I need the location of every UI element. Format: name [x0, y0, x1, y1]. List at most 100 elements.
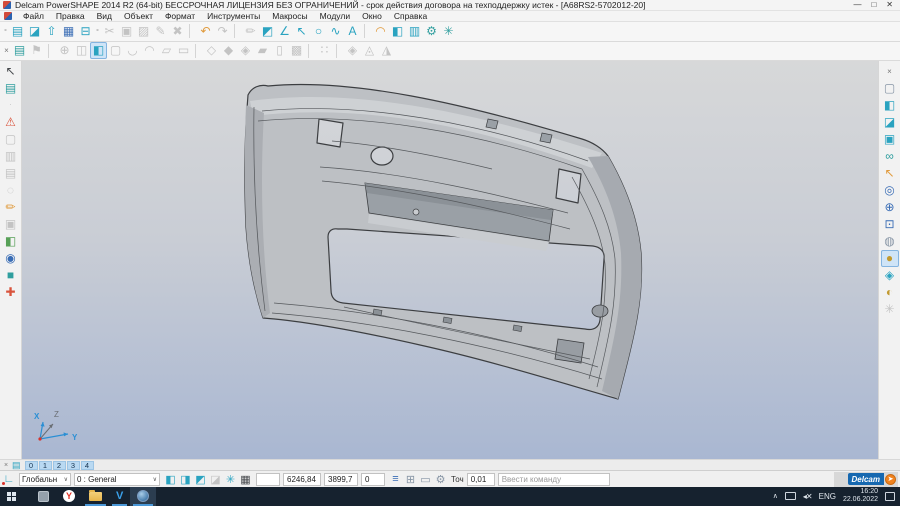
flag-icon[interactable]: ⚑	[28, 42, 45, 59]
redo-icon[interactable]: ↷	[214, 23, 231, 40]
select-add-icon[interactable]: ⊕	[56, 42, 73, 59]
maximize-button[interactable]: □	[871, 1, 876, 9]
select-edge-icon[interactable]: ▰	[254, 42, 271, 59]
level-tab[interactable]: 3	[67, 461, 80, 470]
select-curve-icon[interactable]: ◠	[141, 42, 158, 59]
level-tab[interactable]: 1	[39, 461, 52, 470]
coord-x-field[interactable]: 6246,84	[283, 473, 321, 486]
solid-cube-icon[interactable]: ■	[2, 267, 20, 284]
blocks-icon[interactable]: ▤	[2, 165, 20, 182]
wireframe-view-icon[interactable]: ▢	[881, 80, 899, 97]
sphere-icon[interactable]: ◌	[2, 182, 20, 199]
language-indicator[interactable]: ENG	[819, 492, 836, 501]
levels-icon[interactable]: ▤	[12, 460, 21, 471]
object-browser-icon[interactable]: ▤	[2, 80, 20, 97]
workplane-icon[interactable]: ◩	[259, 23, 276, 40]
repair-icon[interactable]: ✚	[2, 284, 20, 301]
select-workplane-icon[interactable]: ◫	[73, 42, 90, 59]
wizard-icon[interactable]: ✳	[440, 23, 457, 40]
delete-icon[interactable]: ✖	[169, 23, 186, 40]
item-list-icon[interactable]: ≡	[388, 472, 403, 487]
close-button[interactable]: ✕	[886, 1, 893, 9]
paint-icon[interactable]: ✏	[2, 199, 20, 216]
menu-item[interactable]: Модули	[314, 11, 356, 21]
close-toolbar-icon[interactable]: ×	[2, 42, 11, 59]
level-tab[interactable]: 4	[81, 461, 94, 470]
zoom-box-icon[interactable]: ⊡	[881, 216, 899, 233]
menu-item[interactable]: Окно	[356, 11, 388, 21]
taskbar-app-yandex[interactable]: Y	[56, 487, 82, 506]
taskbar-app-powershape[interactable]	[130, 487, 156, 506]
menu-item[interactable]: Инструменты	[201, 11, 266, 21]
cursor-view-icon[interactable]: ↖	[881, 165, 899, 182]
tolerance-robot-icon[interactable]: ⚙	[433, 472, 448, 487]
select-region-icon[interactable]: ▩	[288, 42, 305, 59]
save-icon[interactable]: ▦	[60, 23, 77, 40]
calculator-icon[interactable]: ⊞	[403, 472, 418, 487]
select-wireframe-icon[interactable]: ▢	[107, 42, 124, 59]
select-surface-icon[interactable]: ◧	[90, 42, 107, 59]
menu-item[interactable]: Правка	[50, 11, 91, 21]
tray-chevron-icon[interactable]: ∧	[773, 492, 778, 500]
select-shell-icon[interactable]: ◆	[220, 42, 237, 59]
close-levels-icon[interactable]: ×	[2, 462, 10, 469]
menu-item[interactable]: Файл	[17, 11, 50, 21]
workplane-status-icon[interactable]: ∟	[2, 473, 16, 485]
select-multi-icon[interactable]: ∷	[316, 42, 333, 59]
menu-item[interactable]: Справка	[388, 11, 433, 21]
select-cubes-icon[interactable]: ◬	[361, 42, 378, 59]
close-view-toolbar-icon[interactable]: ×	[881, 63, 899, 80]
shading-options-icon[interactable]: ◐	[881, 284, 899, 301]
level-on-icon[interactable]: ◧	[163, 472, 178, 487]
units-icon[interactable]: ▭	[418, 472, 433, 487]
menu-item[interactable]: Макросы	[266, 11, 313, 21]
import-icon[interactable]: ⇧	[43, 23, 60, 40]
select-mesh-icon[interactable]: ◇	[203, 42, 220, 59]
shaded-view-icon[interactable]: ◪	[881, 114, 899, 131]
select-dashed-icon[interactable]: ▱	[158, 42, 175, 59]
menu-item[interactable]: Объект	[118, 11, 159, 21]
level-combo[interactable]: 0 : General∨	[74, 473, 160, 486]
minimize-button[interactable]: —	[853, 1, 861, 9]
zoom-help-icon[interactable]: ◎	[881, 182, 899, 199]
smart-cursor-icon[interactable]: ✳	[223, 472, 238, 487]
undo-icon[interactable]: ↶	[197, 23, 214, 40]
taskbar-app-generic[interactable]	[31, 487, 56, 506]
start-button[interactable]	[0, 487, 23, 506]
speaker-muted-icon[interactable]: ◂✕	[803, 492, 812, 501]
select-face-icon[interactable]: ◈	[237, 42, 254, 59]
zoom-full-icon[interactable]: ⊕	[881, 199, 899, 216]
globe-shaded-icon[interactable]: ●	[881, 250, 899, 267]
select-filter-icon[interactable]: ◮	[378, 42, 395, 59]
level-tab[interactable]: 0	[25, 461, 38, 470]
feature-icon[interactable]: ▥	[406, 23, 423, 40]
select-solid-icon[interactable]: ◡	[124, 42, 141, 59]
warning-icon[interactable]: ⚠	[2, 114, 20, 131]
tolerance-field[interactable]: 0,01	[467, 473, 495, 486]
line-icon[interactable]: ∠	[276, 23, 293, 40]
select-cursor-icon[interactable]: ↖	[2, 63, 20, 80]
notification-icon[interactable]	[885, 492, 895, 501]
blocks-h-icon[interactable]: ▥	[2, 148, 20, 165]
grid-icon[interactable]: ▦	[238, 472, 253, 487]
hidden-line-view-icon[interactable]: ◧	[881, 97, 899, 114]
open-model-icon[interactable]: ◪	[26, 23, 43, 40]
papers-icon[interactable]: ▣	[2, 216, 20, 233]
paper-icon[interactable]: ▢	[2, 131, 20, 148]
print-icon[interactable]: ⊟	[77, 23, 94, 40]
select-box-icon[interactable]: ▭	[175, 42, 192, 59]
paste-icon[interactable]: ▨	[135, 23, 152, 40]
lightbulb-hand-icon[interactable]: ✳	[881, 301, 899, 318]
edit-pen-icon[interactable]: ✎	[152, 23, 169, 40]
new-model-icon[interactable]: ▤	[9, 23, 26, 40]
arrow-icon[interactable]: ↖	[293, 23, 310, 40]
level-locked-icon[interactable]: ◪	[208, 472, 223, 487]
clock[interactable]: 16:20 22.06.2022	[843, 488, 878, 504]
viewport-3d[interactable]: X Z Y	[22, 61, 878, 459]
solid-icon[interactable]: ◧	[389, 23, 406, 40]
model-tree-icon[interactable]: ▤	[11, 42, 28, 59]
inspect-cube-icon[interactable]: ◉	[2, 250, 20, 267]
update-cube-icon[interactable]: ◧	[2, 233, 20, 250]
select-vertex-icon[interactable]: ▯	[271, 42, 288, 59]
assembly-icon[interactable]: ⚙	[423, 23, 440, 40]
